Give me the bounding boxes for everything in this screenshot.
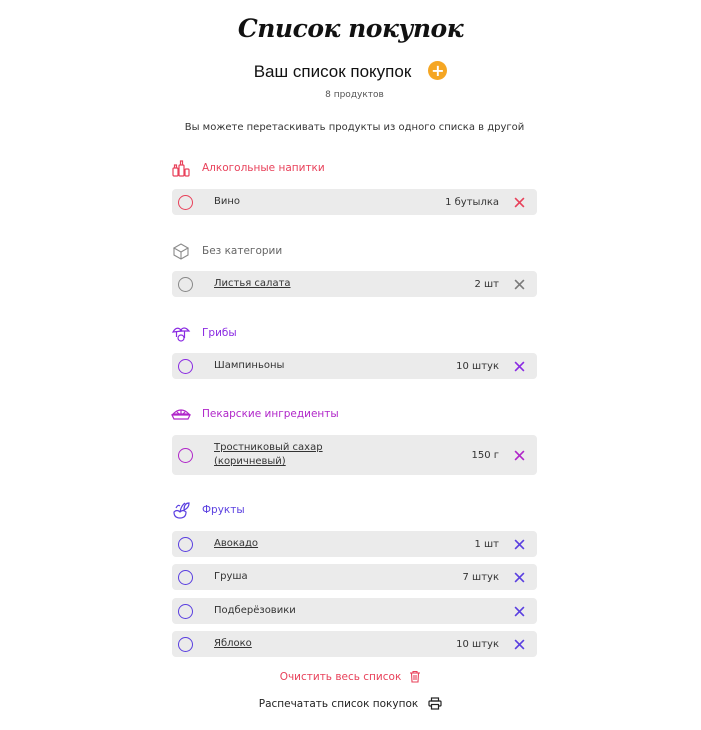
item-checkbox[interactable] xyxy=(178,358,193,374)
item-quantity: 10 штук xyxy=(456,360,499,372)
item-checkbox[interactable] xyxy=(178,447,193,463)
remove-icon[interactable] xyxy=(514,279,525,290)
item-quantity: 10 штук xyxy=(456,638,499,650)
category-name: Алкогольные напитки xyxy=(202,162,325,174)
item-quantity: 1 шт xyxy=(474,538,499,550)
category-alcohol: Алкогольные напитки xyxy=(171,158,325,178)
mushroom-icon xyxy=(171,327,191,342)
print-list-label[interactable]: Распечатать список покупок xyxy=(259,698,419,710)
category-fruits: Фрукты xyxy=(171,500,245,520)
remove-icon[interactable] xyxy=(514,572,525,583)
item-name: Шампиньоны xyxy=(214,360,285,371)
fruit-icon xyxy=(173,502,190,519)
clear-list-button[interactable]: Очистить весь список xyxy=(0,670,701,683)
remove-icon[interactable] xyxy=(514,450,525,461)
remove-icon[interactable] xyxy=(514,639,525,650)
trash-icon[interactable] xyxy=(409,670,421,683)
item-quantity: 1 бутылка xyxy=(445,196,499,208)
remove-icon[interactable] xyxy=(514,606,525,617)
category-name: Без категории xyxy=(202,245,283,257)
item-name: Вино xyxy=(214,196,241,207)
item-checkbox[interactable] xyxy=(178,536,193,552)
item-checkbox[interactable] xyxy=(178,194,193,210)
remove-icon[interactable] xyxy=(514,539,525,550)
pie-icon xyxy=(171,409,191,420)
list-title: Ваш список покупок xyxy=(253,62,412,81)
item-count: 8 продуктов xyxy=(325,90,384,100)
list-item[interactable]: Шампиньоны 10 штук xyxy=(172,353,537,379)
item-name[interactable]: Тростниковый сахар (коричневый) xyxy=(214,441,471,469)
remove-icon[interactable] xyxy=(514,361,525,372)
list-item[interactable]: Подберёзовики xyxy=(172,598,537,624)
box-icon xyxy=(172,243,190,260)
item-name[interactable]: Листья салата xyxy=(214,277,474,291)
printer-icon[interactable] xyxy=(428,697,442,710)
category-mushrooms: Грибы xyxy=(171,323,237,343)
list-item[interactable]: Груша 7 штук xyxy=(172,564,537,590)
item-checkbox[interactable] xyxy=(178,276,193,292)
list-item[interactable]: Яблоко 10 штук xyxy=(172,631,537,657)
category-uncategorized: Без категории xyxy=(171,241,282,261)
item-name-line-1: Тростниковый сахар xyxy=(214,442,323,453)
print-list-button[interactable]: Распечатать список покупок xyxy=(0,697,701,710)
list-item[interactable]: Авокадо 1 шт xyxy=(172,531,537,557)
drag-hint: Вы можете перетаскивать продукты из одно… xyxy=(184,122,525,133)
item-name: Подберёзовики xyxy=(214,605,296,616)
page-title: Список покупок xyxy=(237,14,464,43)
list-item[interactable]: Тростниковый сахар (коричневый) 150 г xyxy=(172,435,537,475)
item-name: Груша xyxy=(214,571,248,582)
item-quantity: 150 г xyxy=(471,449,499,461)
bottles-icon xyxy=(172,160,190,177)
category-name: Грибы xyxy=(202,327,237,339)
item-checkbox[interactable] xyxy=(178,569,193,585)
list-item[interactable]: Вино 1 бутылка xyxy=(172,189,537,215)
item-checkbox[interactable] xyxy=(178,603,193,619)
remove-icon[interactable] xyxy=(514,197,525,208)
list-item[interactable]: Листья салата 2 шт xyxy=(172,271,537,297)
item-quantity: 7 штук xyxy=(462,571,499,583)
category-name: Пекарские ингредиенты xyxy=(202,408,339,420)
item-name-line-2: (коричневый) xyxy=(214,456,286,467)
category-baking: Пекарские ингредиенты xyxy=(171,404,339,424)
item-checkbox[interactable] xyxy=(178,636,193,652)
item-name[interactable]: Яблоко xyxy=(214,637,456,651)
item-name[interactable]: Авокадо xyxy=(214,537,474,551)
item-quantity: 2 шт xyxy=(474,278,499,290)
category-name: Фрукты xyxy=(202,504,245,516)
list-header: Ваш список покупок + xyxy=(0,61,701,82)
add-item-button[interactable]: + xyxy=(428,61,448,80)
clear-list-label[interactable]: Очистить весь список xyxy=(280,671,402,683)
